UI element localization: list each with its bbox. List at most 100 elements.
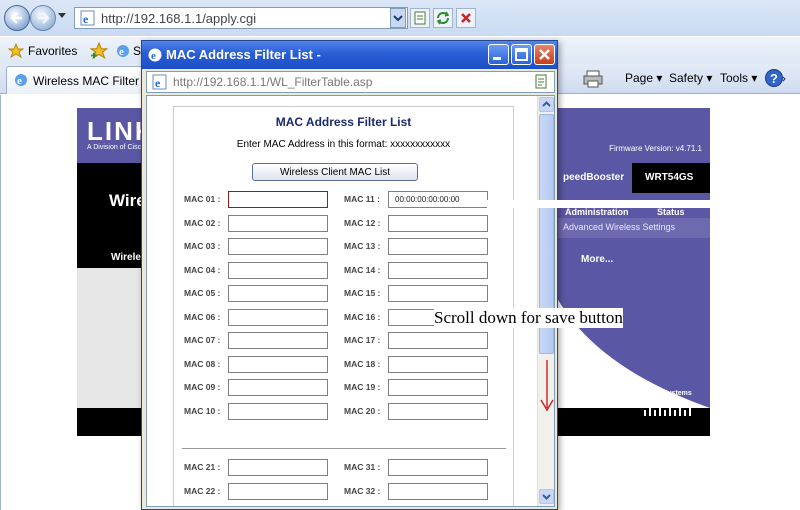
arrow-right-icon: [38, 12, 50, 24]
mac-address-input[interactable]: [388, 402, 488, 420]
ie-page-icon: e: [117, 45, 129, 58]
mac-label: MAC 14 :: [344, 264, 381, 275]
printer-icon[interactable]: [583, 70, 603, 88]
mac-address-input[interactable]: [388, 379, 488, 396]
popup-url-text: http://192.168.1.1/WL_FilterTable.asp: [173, 75, 373, 89]
mac-address-input[interactable]: [228, 332, 328, 349]
mac-address-input[interactable]: [228, 402, 328, 420]
mac-label: MAC 18 :: [344, 358, 381, 369]
subnav-advanced-wireless[interactable]: Advanced Wireless Settings: [557, 218, 710, 238]
mac-label: MAC 31 :: [344, 462, 381, 472]
nav-administration[interactable]: Administration: [565, 207, 629, 217]
divider: [182, 448, 506, 449]
url-dropdown-button[interactable]: [390, 8, 406, 28]
mac-address-input[interactable]: [228, 261, 328, 279]
wireless-client-mac-list-button[interactable]: Wireless Client MAC List: [252, 163, 418, 181]
forward-button[interactable]: [30, 5, 56, 31]
mac-label: MAC 01 :: [184, 194, 221, 204]
mac-label: MAC 06 :: [184, 311, 221, 322]
page-menu[interactable]: Page ▾: [625, 71, 662, 85]
mac-address-input[interactable]: [228, 379, 328, 396]
mac-address-input[interactable]: [228, 506, 328, 507]
url-field[interactable]: e http://192.168.1.1/apply.cgi: [74, 7, 408, 29]
mac-address-input[interactable]: [388, 261, 488, 279]
back-button[interactable]: [4, 5, 30, 31]
nav-status[interactable]: Status: [657, 207, 685, 217]
svg-text:?: ?: [770, 71, 778, 86]
mac-address-input[interactable]: [388, 506, 488, 507]
mac-label: MAC 12 :: [344, 217, 381, 228]
svg-text:e: e: [17, 75, 22, 87]
mac-address-input[interactable]: [388, 191, 488, 208]
mac-address-input[interactable]: [228, 459, 328, 476]
maximize-button[interactable]: [511, 44, 532, 65]
safety-menu[interactable]: Safety ▾: [669, 71, 712, 85]
tab-wireless-mac-filter[interactable]: e Wireless MAC Filter: [6, 66, 146, 94]
mac-label: MAC 03 :: [184, 241, 221, 251]
vertical-scrollbar[interactable]: [537, 96, 554, 506]
more-link[interactable]: More...: [581, 254, 613, 265]
history-dropdown-icon[interactable]: [58, 13, 66, 18]
mac-label: MAC 08 :: [184, 358, 221, 369]
page-icon[interactable]: [532, 73, 550, 91]
chevron-up-icon: [542, 101, 551, 107]
mac-address-input[interactable]: [228, 238, 328, 255]
model-label: WRT54GS: [645, 172, 694, 183]
mac-address-input[interactable]: [228, 308, 328, 326]
form-heading: MAC Address Filter List: [275, 115, 412, 129]
popup-url-field[interactable]: e http://192.168.1.1/WL_FilterTable.asp: [146, 71, 555, 93]
scroll-up-button[interactable]: [539, 97, 554, 112]
popup-titlebar[interactable]: e MAC Address Filter List -: [142, 41, 557, 69]
svg-text:e: e: [155, 76, 161, 90]
mac-address-input[interactable]: [228, 285, 328, 302]
tab-label: Wireless MAC Filter: [33, 74, 140, 88]
ie-page-icon: e: [152, 74, 167, 90]
firmware-version: Firmware Version: v4.71.1: [609, 144, 702, 153]
refresh-button[interactable]: [433, 8, 453, 28]
compatibility-view-button[interactable]: [410, 8, 430, 28]
mac-label: MAC 20 :: [344, 405, 381, 416]
mac-address-input[interactable]: [388, 459, 488, 476]
ie-page-icon: e: [148, 48, 162, 62]
close-button[interactable]: [534, 44, 555, 65]
close-icon: [461, 13, 471, 23]
mac-address-input[interactable]: [388, 238, 488, 255]
mac-address-input[interactable]: [388, 214, 488, 232]
star-icon[interactable]: [8, 43, 24, 59]
mac-label: MAC 13 :: [344, 241, 381, 251]
mac-address-input[interactable]: [228, 482, 328, 500]
mac-address-input[interactable]: [388, 332, 488, 349]
mac-label: MAC 32 :: [344, 485, 381, 496]
mac-label: MAC 16 :: [344, 311, 381, 322]
ie-page-icon: e: [15, 74, 27, 87]
minimize-button[interactable]: [488, 44, 509, 65]
url-text: http://192.168.1.1/apply.cgi: [101, 11, 257, 26]
mac-address-input[interactable]: [388, 355, 488, 373]
tools-menu[interactable]: Tools ▾: [720, 71, 757, 85]
stop-button[interactable]: [456, 8, 476, 28]
scroll-down-button[interactable]: [539, 489, 554, 504]
left-strip-label: Wirele: [111, 252, 141, 263]
refresh-icon: [436, 11, 450, 25]
logo-subtitle: A Division of Cisco: [87, 144, 145, 151]
mac-label: MAC 21 :: [184, 462, 221, 472]
mac-label: MAC 19 :: [344, 382, 381, 392]
svg-text:e: e: [119, 46, 124, 58]
arrow-left-icon: [10, 12, 22, 24]
add-favorite-icon[interactable]: [90, 42, 108, 60]
mac-address-input[interactable]: [388, 482, 488, 500]
mac-label: MAC 15 :: [344, 288, 381, 298]
mac-address-input[interactable]: [388, 285, 488, 302]
mac-address-input[interactable]: [228, 355, 328, 373]
mac-address-input[interactable]: [228, 191, 328, 208]
suggested-sites-label[interactable]: S: [133, 44, 141, 58]
mac-filter-popup-window: e MAC Address Filter List - e http://192…: [141, 40, 558, 510]
favorites-button[interactable]: Favorites: [28, 44, 77, 58]
annotation-mask: [487, 200, 800, 208]
mac-label: MAC 17 :: [344, 335, 381, 345]
mac-address-input[interactable]: [228, 214, 328, 232]
mac-label: MAC 10 :: [184, 405, 221, 416]
mac-label: MAC 02 :: [184, 217, 221, 228]
speedbooster-label: peedBooster: [563, 172, 625, 183]
help-icon[interactable]: ?: [764, 68, 786, 88]
